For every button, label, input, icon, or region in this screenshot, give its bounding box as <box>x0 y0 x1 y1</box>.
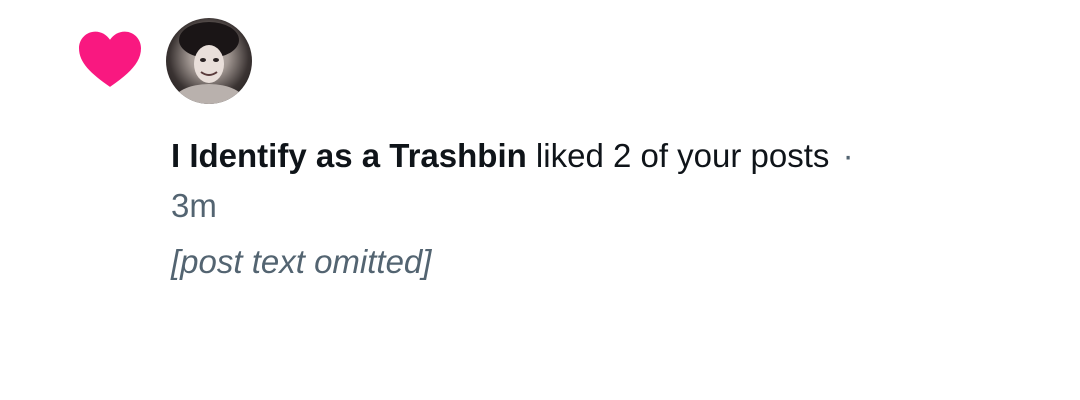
heart-icon <box>76 26 144 88</box>
separator-dot: · <box>842 137 854 174</box>
post-preview[interactable]: [post text omitted] <box>171 239 1031 285</box>
notification-headline: I Identify as a Trashbin liked 2 of your… <box>171 133 1031 179</box>
timestamp: 3m <box>171 187 217 224</box>
avatar[interactable] <box>166 18 252 104</box>
notification-content: I Identify as a Trashbin liked 2 of your… <box>171 133 1031 285</box>
notification-action-text: liked 2 of your posts <box>526 137 830 174</box>
username-link[interactable]: I Identify as a Trashbin <box>171 137 527 174</box>
like-notification[interactable]: I Identify as a Trashbin liked 2 of your… <box>0 0 1080 400</box>
